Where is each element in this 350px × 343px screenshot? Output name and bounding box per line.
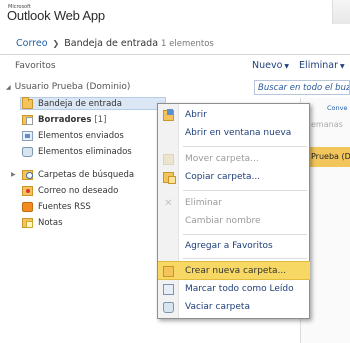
folder-label: Elementos enviados (38, 130, 124, 141)
menu-item-label: Mover carpeta... (185, 154, 259, 164)
menu-item-empty-folder[interactable]: Vaciar carpeta (158, 298, 310, 317)
folder-label: Fuentes RSS (38, 201, 91, 212)
breadcrumb-mail-link[interactable]: Correo (16, 38, 48, 49)
folder-rss-feeds[interactable]: Fuentes RSS (22, 200, 91, 213)
menu-item-delete: ✕ Eliminar (158, 194, 310, 213)
toolbar: Nuevo ▼ Eliminar ▼ (252, 60, 350, 71)
menu-item-label: Crear nueva carpeta... (185, 266, 287, 276)
copy-folder-icon (163, 172, 176, 184)
new-folder-icon (163, 266, 174, 277)
menu-item-open-new-window[interactable]: Abrir en ventana nueva (158, 124, 310, 143)
junk-mail-icon (22, 185, 33, 196)
notes-icon (22, 217, 33, 228)
new-button-label: Nuevo (252, 60, 283, 71)
menu-item-move-folder: Mover carpeta... (158, 150, 310, 169)
menu-item-copy-folder[interactable]: Copiar carpeta... (158, 168, 310, 187)
delete-button-label: Eliminar (299, 60, 338, 71)
menu-item-open[interactable]: Abrir (158, 106, 310, 125)
folder-search-folders[interactable]: Carpetas de búsqueda (22, 168, 134, 181)
menu-item-mark-all-read[interactable]: Marcar todo como Leído (158, 280, 310, 299)
menu-separator (183, 234, 307, 235)
sent-items-icon (22, 130, 33, 141)
mailbox-root[interactable]: ◢ Usuario Prueba (Dominio) (6, 82, 130, 92)
favorites-heading[interactable]: Favoritos (15, 61, 56, 71)
app-header: Microsoft Outlook Web App (0, 0, 350, 30)
item-count: 1 elementos (161, 39, 214, 49)
new-button[interactable]: Nuevo ▼ (252, 60, 289, 71)
recycle-bin-icon (22, 146, 33, 157)
drafts-icon (22, 114, 33, 125)
menu-item-label: Abrir (185, 110, 207, 120)
breadcrumb: Correo ❯ Bandeja de entrada 1 elementos (16, 38, 214, 49)
folder-deleted-items[interactable]: Elementos eliminados (22, 145, 132, 158)
folder-context-menu: Abrir Abrir en ventana nueva Mover carpe… (157, 103, 310, 319)
collapse-triangle-icon[interactable]: ◢ (6, 84, 11, 91)
menu-item-add-to-favorites[interactable]: Agregar a Favoritos (158, 237, 310, 256)
empty-folder-icon (163, 302, 174, 313)
open-folder-icon (163, 109, 174, 121)
unread-count: [1] (94, 114, 107, 125)
menu-item-label: Eliminar (185, 198, 222, 208)
folder-label: Borradores (38, 114, 92, 125)
folder-inbox[interactable]: Bandeja de entrada (20, 96, 166, 110)
app-title: Outlook Web App (7, 8, 105, 23)
mark-read-icon (163, 284, 174, 295)
menu-separator (183, 258, 307, 259)
rss-icon (22, 201, 33, 212)
column-header-conversation[interactable]: Conve (327, 104, 347, 112)
message-sender: Prueba (D (311, 152, 350, 161)
folder-label: Notas (38, 217, 63, 228)
header-divider (0, 54, 350, 55)
folder-sent-items[interactable]: Elementos enviados (22, 129, 124, 142)
chevron-down-icon: ▼ (284, 63, 290, 70)
folder-drafts[interactable]: Borradores [1] (22, 113, 106, 126)
menu-item-label: Vaciar carpeta (185, 302, 250, 312)
header-corner (332, 0, 350, 24)
delete-x-icon: ✕ (164, 198, 173, 209)
folder-junk[interactable]: Correo no deseado (22, 184, 118, 197)
chevron-right-icon: ❯ (52, 39, 60, 48)
menu-item-rename: Cambiar nombre (158, 212, 310, 231)
delete-button[interactable]: Eliminar ▼ (299, 60, 345, 71)
folder-icon (22, 96, 33, 109)
folder-label: Bandeja de entrada (38, 98, 122, 109)
menu-item-label: Cambiar nombre (185, 216, 261, 226)
menu-separator (183, 146, 307, 147)
mailbox-label: Usuario Prueba (Dominio) (14, 82, 131, 92)
search-folder-icon (22, 169, 33, 180)
move-folder-icon (163, 154, 174, 165)
list-item-faded: emanas (311, 120, 343, 129)
menu-item-label: Abrir en ventana nueva (185, 128, 292, 138)
expand-triangle-icon[interactable]: ▶ (11, 171, 16, 178)
folder-label: Elementos eliminados (38, 146, 132, 157)
menu-item-label: Marcar todo como Leído (185, 284, 294, 294)
chevron-down-icon: ▼ (339, 63, 345, 70)
folder-label: Correo no deseado (38, 185, 119, 196)
breadcrumb-current-folder: Bandeja de entrada (64, 38, 159, 49)
menu-item-label: Agregar a Favoritos (185, 241, 273, 251)
menu-item-label: Copiar carpeta... (185, 172, 261, 182)
folder-label: Carpetas de búsqueda (38, 169, 135, 180)
search-input[interactable]: Buscar en todo el buzón (254, 80, 350, 95)
folder-notes[interactable]: Notas (22, 216, 63, 229)
menu-item-create-folder[interactable]: Crear nueva carpeta... (158, 261, 310, 280)
menu-separator (183, 190, 307, 191)
